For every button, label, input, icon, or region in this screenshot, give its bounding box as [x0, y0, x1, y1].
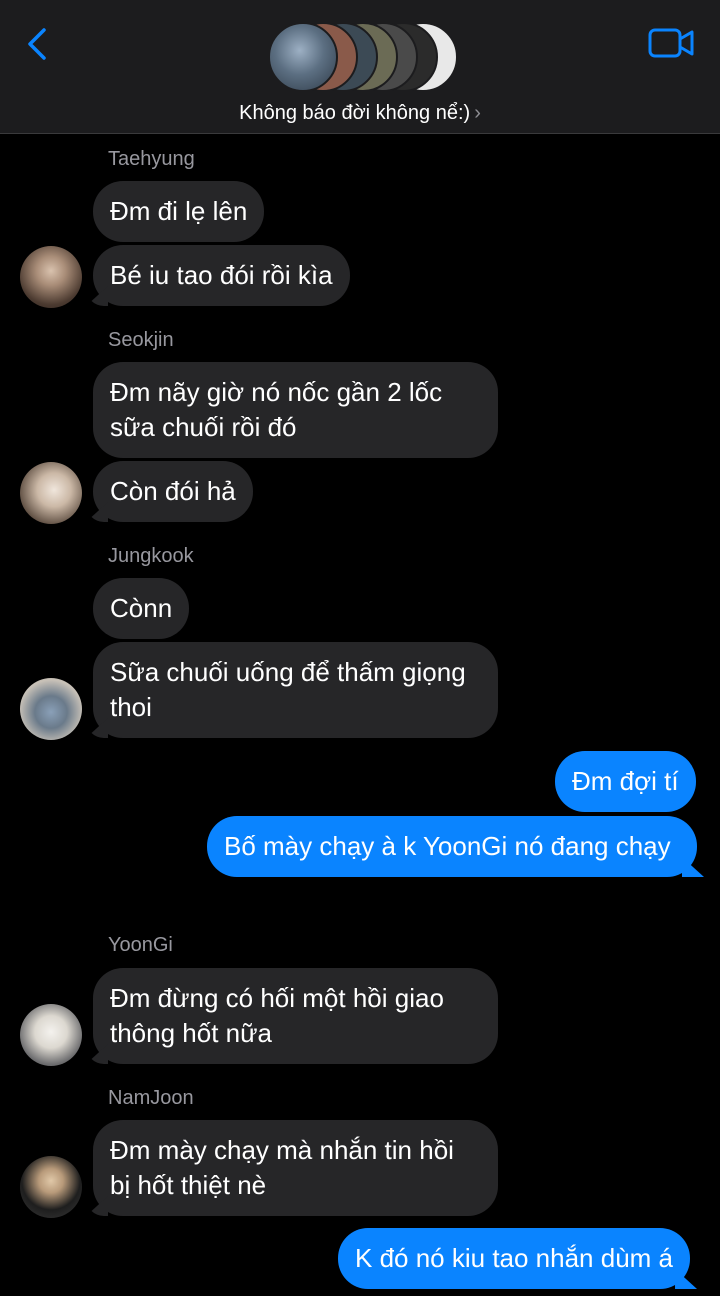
- sender-name: Taehyung: [108, 148, 195, 170]
- message-bubble[interactable]: Đm đừng có hối một hồi giao thông hốt nữ…: [93, 968, 498, 1064]
- group-avatar: [268, 22, 338, 92]
- group-title-text: Không báo đời không nể:): [239, 102, 471, 124]
- avatar[interactable]: [20, 678, 82, 740]
- my-message-bubble[interactable]: K đó nó kiu tao nhắn dùm á: [338, 1228, 691, 1289]
- message-bubble[interactable]: Còn đói hả: [93, 461, 253, 522]
- message-bubble[interactable]: Sữa chuối uống để thấm giọng thoi: [93, 642, 498, 738]
- sender-name: NamJoon: [108, 1087, 194, 1109]
- avatar[interactable]: [20, 1004, 82, 1066]
- message-bubble[interactable]: Đm mày chạy mà nhắn tin hồi bị hốt thiệt…: [93, 1120, 498, 1216]
- back-button[interactable]: [20, 22, 60, 66]
- video-camera-icon: [648, 28, 694, 58]
- message-bubble[interactable]: Bé iu tao đói rồi kìa: [93, 245, 350, 306]
- my-message-bubble[interactable]: Đm đợi tí: [555, 751, 696, 812]
- message-bubble[interactable]: Đm đi lẹ lên: [93, 181, 265, 242]
- message-bubble[interactable]: Cònn: [93, 578, 190, 639]
- my-message-bubble[interactable]: Bố mày chạy à k YoonGi nó đang chạy: [207, 816, 697, 877]
- sender-name: Seokjin: [108, 329, 174, 351]
- avatar[interactable]: [20, 246, 82, 308]
- message-bubble[interactable]: Đm nãy giờ nó nốc gần 2 lốc sữa chuối rồ…: [93, 362, 498, 458]
- avatar[interactable]: [20, 462, 82, 524]
- chevron-left-icon: [28, 28, 46, 60]
- video-call-button[interactable]: [646, 24, 696, 62]
- avatar[interactable]: [20, 1156, 82, 1218]
- chevron-right-icon: ›: [474, 102, 481, 124]
- group-title[interactable]: Không báo đời không nể:) ›: [0, 102, 720, 125]
- group-avatar-stack[interactable]: [268, 22, 458, 94]
- sender-name: YoonGi: [108, 934, 173, 956]
- chat-header: Không báo đời không nể:) ›: [0, 0, 720, 134]
- sender-name: Jungkook: [108, 545, 194, 567]
